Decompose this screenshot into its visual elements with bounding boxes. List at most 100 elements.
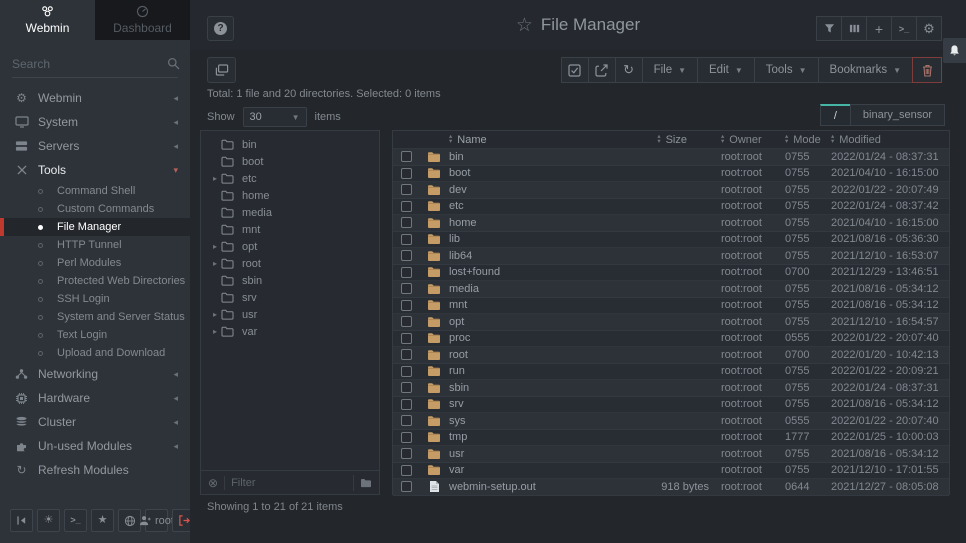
table-row[interactable]: usrroot:root07552021/08/16 - 05:34:12 (393, 446, 949, 463)
table-row[interactable]: mntroot:root07552021/08/16 - 05:34:12 (393, 298, 949, 315)
table-row[interactable]: mediaroot:root07552021/08/16 - 05:34:12 (393, 281, 949, 298)
expand-arrow-icon[interactable]: ▸ (209, 242, 221, 251)
cell-name[interactable]: media (449, 283, 631, 295)
bookmarks-menu-button[interactable]: Bookmarks▼ (818, 57, 913, 83)
table-row[interactable]: webmin-setup.out918 bytesroot:root064420… (393, 479, 949, 496)
collapse-sidebar-button[interactable] (10, 509, 33, 532)
sidebar-item-cluster[interactable]: Cluster◂ (0, 410, 190, 434)
sidebar-item-http-tunnel[interactable]: HTTP Tunnel (0, 236, 190, 254)
sidebar-item-system[interactable]: System◂ (0, 110, 190, 134)
file-menu-button[interactable]: File▼ (642, 57, 698, 83)
cell-name[interactable]: boot (449, 167, 631, 179)
sidebar-item-command-shell[interactable]: Command Shell (0, 182, 190, 200)
sidebar-item-webmin[interactable]: ⚙Webmin◂ (0, 86, 190, 110)
tree-filter-input[interactable]: Filter (224, 476, 347, 490)
settings-button[interactable]: ⚙ (916, 16, 942, 41)
search-input[interactable] (12, 57, 167, 71)
cell-name[interactable]: lib (449, 233, 631, 245)
table-row[interactable]: lib64root:root07552021/12/10 - 16:53:07 (393, 248, 949, 265)
cell-name[interactable]: bin (449, 151, 631, 163)
tree-item-var[interactable]: ▸var (201, 323, 379, 340)
row-checkbox[interactable] (401, 481, 412, 492)
table-row[interactable]: varroot:root07552021/12/10 - 17:01:55 (393, 463, 949, 480)
sort-icon[interactable]: ▴▾ (657, 135, 660, 144)
sidebar-item-ssh-login[interactable]: SSH Login (0, 290, 190, 308)
column-header-modified[interactable]: ▴▾Modified (831, 134, 949, 146)
cell-name[interactable]: sbin (449, 382, 631, 394)
table-row[interactable]: homeroot:root07552021/04/10 - 16:15:00 (393, 215, 949, 232)
trash-button[interactable] (912, 57, 942, 83)
sidebar-item-protected-web-directories[interactable]: Protected Web Directories (0, 272, 190, 290)
table-row[interactable]: lost+foundroot:root07002021/12/29 - 13:4… (393, 265, 949, 282)
table-row[interactable]: bootroot:root07552021/04/10 - 16:15:00 (393, 166, 949, 183)
column-header-size[interactable]: ▴▾Size (631, 134, 721, 146)
tab-dashboard[interactable]: Dashboard (95, 0, 190, 40)
cell-name[interactable]: etc (449, 200, 631, 212)
column-header-name[interactable]: ▴▾Name (449, 134, 631, 146)
row-checkbox[interactable] (401, 415, 412, 426)
search-icon[interactable] (167, 57, 180, 70)
cell-name[interactable]: opt (449, 316, 631, 328)
select-all-button[interactable] (561, 57, 589, 83)
cell-name[interactable]: lib64 (449, 250, 631, 262)
sidebar-item-un-used-modules[interactable]: Un-used Modules◂ (0, 434, 190, 458)
filter-button[interactable] (816, 16, 842, 41)
sidebar-item-servers[interactable]: Servers◂ (0, 134, 190, 158)
row-checkbox[interactable] (401, 151, 412, 162)
table-row[interactable]: binroot:root07552022/01/24 - 08:37:31 (393, 149, 949, 166)
expand-arrow-icon[interactable]: ▸ (209, 174, 221, 183)
cell-name[interactable]: lost+found (449, 266, 631, 278)
sort-icon[interactable]: ▴▾ (831, 135, 834, 144)
tree-item-media[interactable]: media (201, 204, 379, 221)
table-row[interactable]: etcroot:root07552022/01/24 - 08:37:42 (393, 199, 949, 216)
tools-menu-button[interactable]: Tools▼ (754, 57, 819, 83)
terminal-button[interactable]: >_ (64, 509, 87, 532)
favorite-star-icon[interactable]: ☆ (516, 14, 533, 37)
tree-item-mnt[interactable]: mnt (201, 221, 379, 238)
columns-button[interactable] (841, 16, 867, 41)
column-header-owner[interactable]: ▴▾Owner (721, 134, 785, 146)
table-row[interactable]: devroot:root07552022/01/22 - 20:07:49 (393, 182, 949, 199)
add-button[interactable]: + (866, 16, 892, 41)
tree-item-boot[interactable]: boot (201, 153, 379, 170)
table-row[interactable]: tmproot:root17772022/01/25 - 10:00:03 (393, 430, 949, 447)
row-checkbox[interactable] (401, 267, 412, 278)
row-checkbox[interactable] (401, 168, 412, 179)
page-size-select[interactable]: 30 ▼ (243, 107, 307, 127)
sort-icon[interactable]: ▴▾ (721, 135, 724, 144)
cell-name[interactable]: var (449, 464, 631, 476)
tab-webmin[interactable]: Webmin (0, 0, 95, 40)
cell-name[interactable]: usr (449, 448, 631, 460)
path-tab-root[interactable]: / (820, 104, 851, 126)
column-header-mode[interactable]: ▴▾Mode (785, 134, 831, 146)
row-checkbox[interactable] (401, 184, 412, 195)
expand-arrow-icon[interactable]: ▸ (209, 259, 221, 268)
cell-name[interactable]: home (449, 217, 631, 229)
tree-item-bin[interactable]: bin (201, 136, 379, 153)
refresh-button[interactable]: ↻ (615, 57, 643, 83)
row-checkbox[interactable] (401, 283, 412, 294)
cell-name[interactable]: sys (449, 415, 631, 427)
sidebar-item-file-manager[interactable]: File Manager (0, 218, 190, 236)
table-row[interactable]: srvroot:root07552021/08/16 - 05:34:12 (393, 397, 949, 414)
language-button[interactable] (118, 509, 141, 532)
theme-sun-button[interactable]: ☀ (37, 509, 60, 532)
row-checkbox[interactable] (401, 333, 412, 344)
row-checkbox[interactable] (401, 234, 412, 245)
row-checkbox[interactable] (401, 316, 412, 327)
sidebar-item-hardware[interactable]: Hardware◂ (0, 386, 190, 410)
cell-name[interactable]: webmin-setup.out (449, 481, 631, 493)
path-tab-binary-sensor[interactable]: binary_sensor (850, 104, 945, 126)
sidebar-item-system-and-server-status[interactable]: System and Server Status (0, 308, 190, 326)
row-checkbox[interactable] (401, 201, 412, 212)
row-checkbox[interactable] (401, 217, 412, 228)
table-row[interactable]: rootroot:root07002022/01/20 - 10:42:13 (393, 347, 949, 364)
tree-item-opt[interactable]: ▸opt (201, 238, 379, 255)
sort-icon[interactable]: ▴▾ (449, 135, 452, 144)
notifications-button[interactable] (943, 38, 966, 63)
expand-arrow-icon[interactable]: ▸ (209, 327, 221, 336)
switch-view-button[interactable] (207, 57, 236, 83)
row-checkbox[interactable] (401, 465, 412, 476)
sidebar-item-tools[interactable]: Tools▾ (0, 158, 190, 182)
help-button[interactable]: ? (207, 16, 234, 41)
